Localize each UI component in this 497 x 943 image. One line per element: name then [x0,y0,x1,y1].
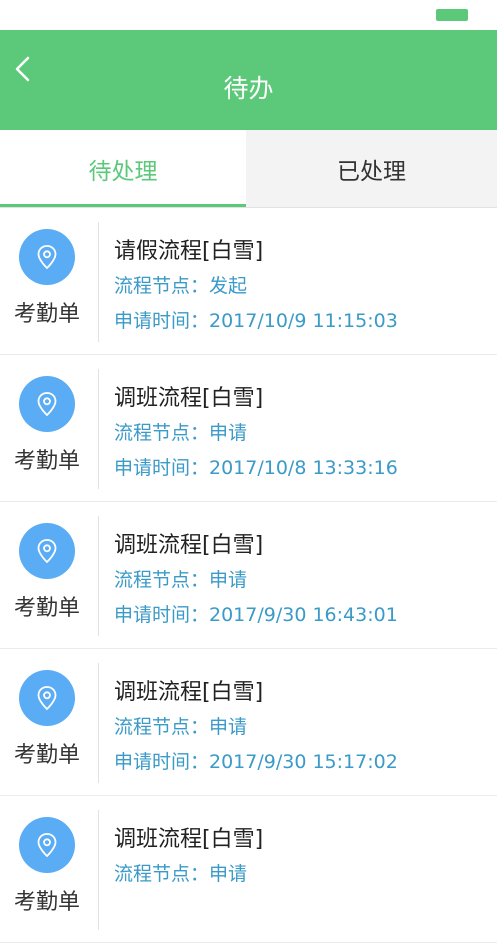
item-title: 请假流程[白雪] [114,239,264,264]
item-title: 调班流程[白雪] [114,386,264,411]
item-type: 考勤单 [13,449,80,474]
item-time: 申请时间：2017/9/30 15:17:02 [114,751,398,773]
item-node: 流程节点：申请 [114,716,248,738]
item-type: 考勤单 [13,302,80,327]
item-node: 流程节点：申请 [114,863,248,885]
list-item[interactable]: 考勤单 调班流程[白雪] 流程节点：申请 [0,796,497,943]
tab-bar: 待处理 已处理 [0,130,497,208]
location-pin-icon [19,523,75,579]
location-pin-icon [19,376,75,432]
item-title: 调班流程[白雪] [114,827,264,852]
location-pin-icon [19,817,75,873]
item-time: 申请时间：2017/10/8 13:33:16 [114,457,398,479]
divider [98,369,99,489]
item-title: 调班流程[白雪] [114,533,264,558]
item-type: 考勤单 [13,743,80,768]
item-title: 调班流程[白雪] [114,680,264,705]
page-title: 待办 [223,74,274,103]
tab-processed[interactable]: 已处理 [246,130,497,207]
divider [98,663,99,783]
item-node: 流程节点：申请 [114,569,248,591]
divider [98,516,99,636]
todo-list: 考勤单 请假流程[白雪] 流程节点：发起 申请时间：2017/10/9 11:1… [0,208,497,943]
list-item[interactable]: 考勤单 调班流程[白雪] 流程节点：申请 申请时间：2017/10/8 13:3… [0,355,497,502]
divider [98,222,99,342]
item-time: 申请时间：2017/9/30 16:43:01 [114,604,398,626]
tab-pending[interactable]: 待处理 [0,130,246,207]
list-item[interactable]: 考勤单 调班流程[白雪] 流程节点：申请 申请时间：2017/9/30 16:4… [0,502,497,649]
item-node: 流程节点：申请 [114,422,248,444]
item-time: 申请时间：2017/10/9 11:15:03 [114,310,398,332]
location-pin-icon [19,229,75,285]
status-bar [0,0,497,30]
item-node: 流程节点：发起 [114,275,248,297]
list-item[interactable]: 考勤单 调班流程[白雪] 流程节点：申请 申请时间：2017/9/30 15:1… [0,649,497,796]
battery-icon [436,9,468,21]
list-item[interactable]: 考勤单 请假流程[白雪] 流程节点：发起 申请时间：2017/10/9 11:1… [0,208,497,355]
item-type: 考勤单 [13,890,80,915]
location-pin-icon [19,670,75,726]
divider [98,810,99,930]
item-type: 考勤单 [13,596,80,621]
